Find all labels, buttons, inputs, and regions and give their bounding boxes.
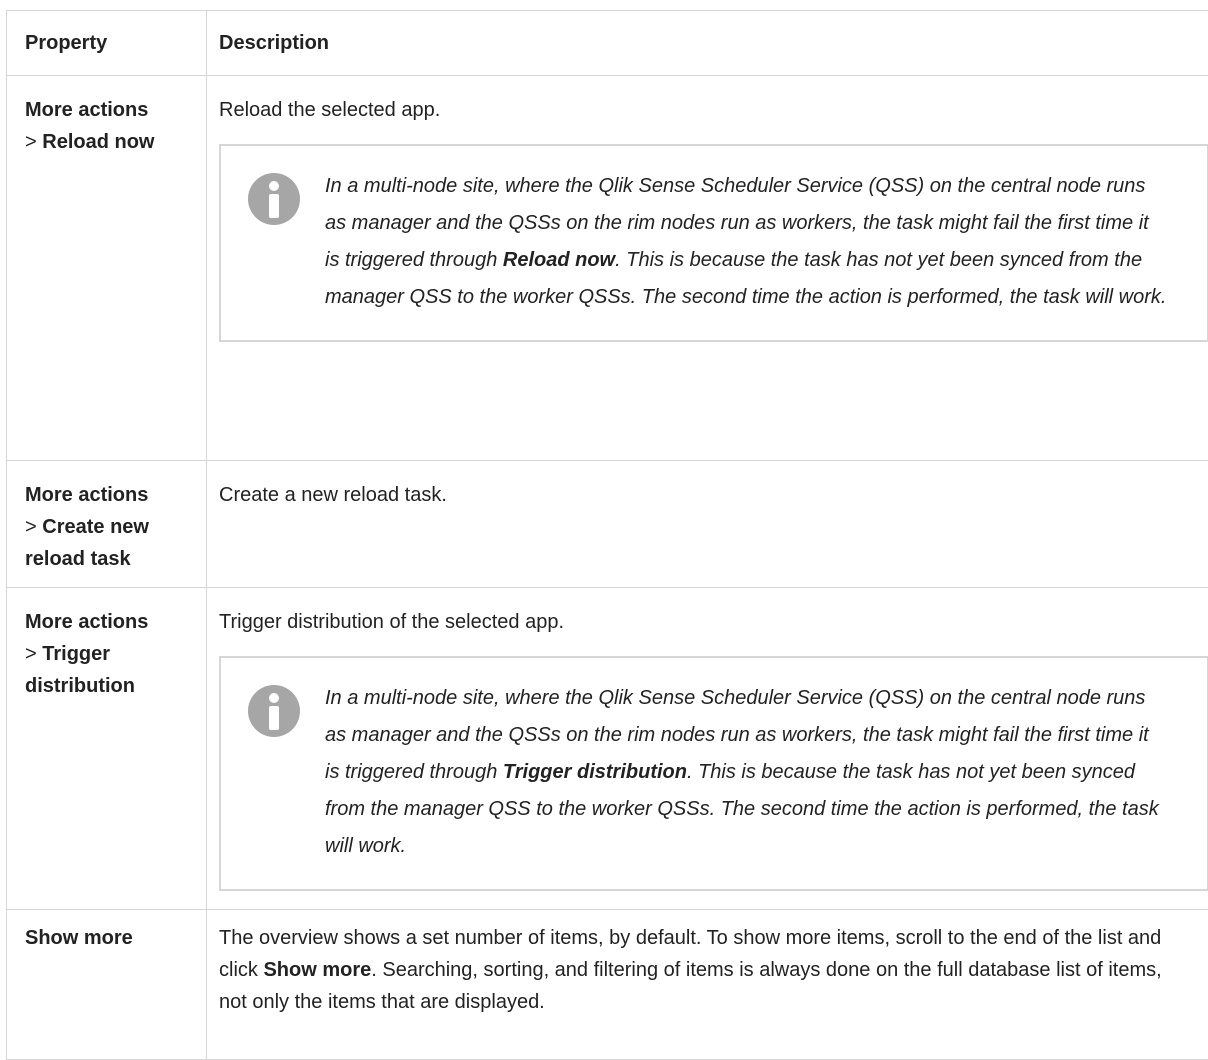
description-text: Trigger distribution of the selected app… [219, 606, 1208, 638]
note-box: In a multi-node site, where the Qlik Sen… [219, 144, 1208, 342]
header-property-label: Property [7, 27, 206, 59]
description-cell: The overview shows a set number of items… [207, 910, 1208, 1060]
table-row: More actions > Create new reload task Cr… [7, 461, 1208, 588]
property-cell: More actions > Reload now [7, 76, 207, 461]
description-text: Reload the selected app. [219, 94, 1208, 126]
note-text-bold: Trigger distribution [503, 761, 687, 783]
note-box: In a multi-node site, where the Qlik Sen… [219, 656, 1208, 891]
property-prefix: More actions [25, 99, 148, 121]
property-prefix: More actions [25, 484, 148, 506]
header-description-label: Description [207, 27, 1208, 59]
header-property: Property [7, 11, 207, 76]
description-text-bold: Show more [263, 959, 371, 981]
property-separator: > [25, 131, 37, 153]
info-icon [247, 684, 301, 738]
property-cell: Show more [7, 910, 207, 1060]
description-text: The overview shows a set number of items… [207, 910, 1208, 1018]
description-cell: Trigger distribution of the selected app… [207, 588, 1208, 910]
info-icon [247, 172, 301, 226]
description-cell: Reload the selected app. In a multi-node… [207, 76, 1208, 461]
header-description: Description [207, 11, 1208, 76]
property-prefix: More actions [25, 611, 148, 633]
table-row: More actions > Reload now Reload the sel… [7, 76, 1208, 461]
properties-table: Property Description More actions > Relo… [6, 10, 1208, 1060]
property-separator: > [25, 643, 37, 665]
property-cell: More actions > Create new reload task [7, 461, 207, 588]
table-row: Show more The overview shows a set numbe… [7, 910, 1208, 1060]
description-cell: Create a new reload task. [207, 461, 1208, 588]
property-cell: More actions > Trigger distribution [7, 588, 207, 910]
property-separator: > [25, 516, 37, 538]
description-text: Create a new reload task. [219, 479, 1208, 511]
property-item: Trigger distribution [25, 643, 135, 697]
table-row: More actions > Trigger distribution Trig… [7, 588, 1208, 910]
property-item: Create new reload task [25, 516, 149, 570]
note-text-bold: Reload now [503, 249, 615, 271]
table-header-row: Property Description [7, 11, 1208, 76]
page: Property Description More actions > Relo… [0, 0, 1208, 973]
property-item: Reload now [42, 131, 154, 153]
property-item: Show more [25, 927, 133, 949]
